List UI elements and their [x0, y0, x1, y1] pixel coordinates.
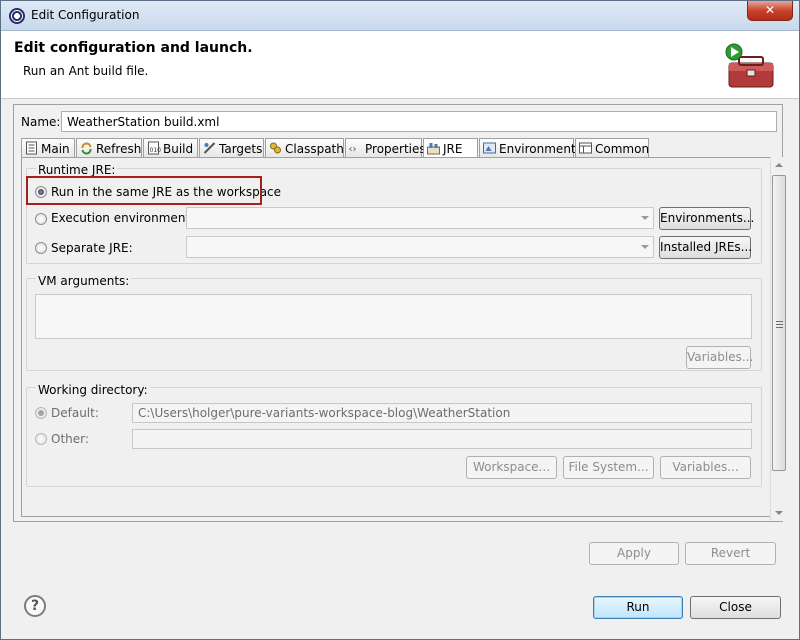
runtime-jre-label: Runtime JRE:	[36, 163, 118, 177]
execution-environment-select[interactable]	[186, 207, 654, 229]
default-directory-label: Default:	[51, 406, 99, 420]
common-icon	[579, 142, 592, 154]
tab-label: Classpath	[285, 142, 344, 156]
header-title: Edit configuration and launch.	[14, 40, 253, 56]
execution-environment-label: Execution environment:	[51, 211, 195, 225]
vm-variables-button[interactable]: Variables...	[686, 346, 753, 369]
other-directory-field[interactable]	[132, 429, 752, 449]
scrollbar-thumb[interactable]	[772, 175, 786, 471]
grip-icon	[776, 321, 783, 328]
name-field[interactable]: WeatherStation build.xml	[61, 111, 777, 132]
separate-jre-select[interactable]	[186, 236, 654, 258]
svg-text:010: 010	[150, 147, 162, 154]
tab-properties[interactable]: ‹› Properties	[345, 138, 426, 158]
apply-button[interactable]: Apply	[589, 542, 679, 565]
tab-label: Refresh	[96, 142, 142, 156]
wd-variables-button[interactable]: Variables...	[660, 456, 751, 479]
tab-classpath[interactable]: Classpath	[265, 138, 344, 158]
workspace-button[interactable]: Workspace...	[466, 456, 557, 479]
chevron-down-icon	[641, 245, 649, 249]
close-icon: ✕	[764, 3, 776, 17]
edit-configuration-dialog: Edit Configuration ✕ Edit configuration …	[0, 0, 800, 640]
tab-label: Common	[595, 142, 650, 156]
refresh-icon	[81, 142, 92, 155]
scroll-up-icon	[775, 163, 783, 167]
other-directory-radio[interactable]	[35, 433, 47, 445]
tab-label: Main	[41, 142, 70, 156]
vm-arguments-label: VM arguments:	[36, 274, 132, 288]
environments-button[interactable]: Environments...	[659, 207, 754, 230]
ant-launch-icon	[725, 43, 774, 88]
separate-jre-label: Separate JRE:	[51, 241, 133, 255]
classpath-icon	[270, 142, 281, 154]
jre-icon	[427, 143, 440, 155]
tab-common[interactable]: Common	[575, 138, 649, 158]
execution-environment-radio[interactable]	[35, 213, 47, 225]
tab-label: Build	[163, 142, 194, 156]
targets-icon	[203, 142, 216, 154]
other-directory-label: Other:	[51, 432, 89, 446]
vm-arguments-textarea[interactable]	[35, 294, 752, 339]
highlight-annotation	[26, 176, 262, 205]
title-bar[interactable]: Edit Configuration ✕	[1, 1, 799, 31]
name-label: Name:	[21, 115, 61, 129]
tab-label: Properties	[365, 142, 426, 156]
tab-bar: Main Refresh 010 Build Targets Classpath …	[21, 138, 777, 159]
tab-main[interactable]: Main	[21, 138, 75, 158]
run-button[interactable]: Run	[593, 596, 683, 619]
scroll-down-icon	[775, 511, 783, 515]
svg-text:‹›: ‹›	[349, 144, 357, 155]
installed-jres-button[interactable]: Installed JREs...	[659, 236, 752, 259]
tab-label: Environment	[499, 142, 576, 156]
default-directory-field[interactable]: C:\Users\holger\pure-variants-workspace-…	[132, 403, 752, 423]
eclipse-icon	[9, 8, 25, 24]
tab-environment[interactable]: Environment	[479, 138, 576, 158]
header-subtitle: Run an Ant build file.	[23, 64, 149, 78]
tab-label: Targets	[219, 142, 263, 156]
tab-build[interactable]: 010 Build	[143, 138, 198, 158]
panel-scrollbar[interactable]	[770, 157, 787, 521]
main-icon	[26, 141, 37, 155]
tab-label: JRE	[443, 142, 463, 156]
tab-targets[interactable]: Targets	[199, 138, 264, 158]
chevron-down-icon	[641, 216, 649, 220]
default-directory-radio[interactable]	[35, 407, 47, 419]
tab-jre[interactable]: JRE	[423, 138, 478, 159]
tab-refresh[interactable]: Refresh	[76, 138, 142, 158]
close-button[interactable]: Close	[690, 596, 781, 619]
help-icon[interactable]: ?	[24, 595, 46, 617]
dialog-header: Edit configuration and launch. Run an An…	[1, 31, 799, 99]
file-system-button[interactable]: File System...	[563, 456, 654, 479]
configuration-area: Name: WeatherStation build.xml Main Refr…	[13, 104, 787, 522]
working-directory-label: Working directory:	[36, 383, 150, 397]
separate-jre-radio[interactable]	[35, 242, 47, 254]
window-close-button[interactable]: ✕	[747, 1, 793, 21]
build-icon: 010	[148, 141, 162, 155]
jre-tab-panel: Runtime JRE: Run in the same JRE as the …	[21, 157, 777, 517]
environment-icon	[483, 142, 496, 154]
window-title: Edit Configuration	[31, 8, 140, 22]
properties-icon: ‹›	[349, 144, 357, 155]
revert-button[interactable]: Revert	[685, 542, 776, 565]
